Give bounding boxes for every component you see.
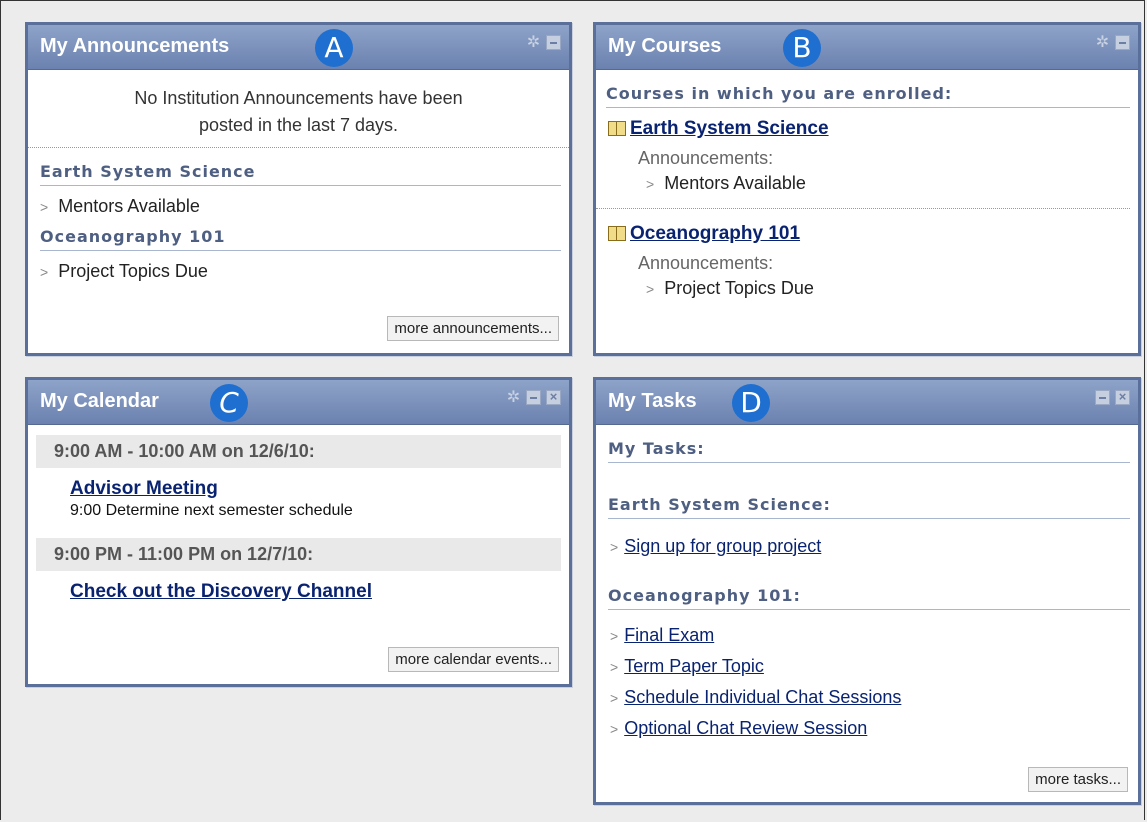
chevron-right-icon: > — [610, 539, 619, 555]
badge-a: A — [315, 29, 353, 67]
tasks-heading: My Tasks: — [608, 439, 1130, 463]
close-icon[interactable]: × — [1115, 390, 1130, 405]
task-link: Schedule Individual Chat Sessions — [624, 687, 902, 707]
badge-d: D — [732, 384, 770, 422]
courses-module: My Courses B ✲ Courses in which you are … — [593, 22, 1141, 356]
section-heading: Earth System Science — [40, 162, 561, 186]
courses-title: My Courses — [608, 35, 722, 57]
task-item[interactable]: > Term Paper Topic — [596, 651, 1138, 682]
tasks-header[interactable]: My Tasks D × — [596, 380, 1138, 425]
chevron-right-icon: > — [610, 690, 619, 706]
institution-note-line1: No Institution Announcements have been — [134, 88, 463, 108]
courses-heading: Courses in which you are enrolled: — [606, 84, 1130, 108]
badge-b: B — [783, 29, 821, 67]
task-item[interactable]: > Sign up for group project — [596, 531, 1138, 562]
chevron-right-icon: > — [610, 721, 619, 737]
announcements-header[interactable]: My Announcements A ✲ — [28, 25, 569, 70]
announcement-item[interactable]: > Mentors Available — [28, 196, 569, 217]
task-group-heading: Oceanography 101: — [608, 586, 1130, 610]
event-detail: 9:00 Determine next semester schedule — [70, 502, 353, 519]
course-announcement-label: Mentors Available — [664, 173, 806, 193]
course-entry: Oceanography 101 Announcements: > Project… — [596, 209, 1138, 309]
course-announcement-item[interactable]: > Project Topics Due — [634, 278, 1138, 299]
institution-note: No Institution Announcements have been p… — [28, 85, 569, 148]
course-announcement-item[interactable]: > Mentors Available — [634, 173, 1130, 194]
minimize-icon[interactable] — [526, 390, 541, 405]
badge-c: C — [210, 384, 248, 422]
task-item[interactable]: > Final Exam — [596, 620, 1138, 651]
book-icon — [608, 226, 626, 241]
chevron-right-icon: > — [40, 199, 49, 215]
announcements-label: Announcements: — [638, 253, 774, 273]
chevron-right-icon: > — [610, 659, 619, 675]
institution-note-line2: posted in the last 7 days. — [198, 115, 399, 135]
close-icon[interactable]: × — [546, 390, 561, 405]
task-list: > Sign up for group project — [596, 531, 1138, 562]
task-link: Final Exam — [624, 625, 715, 645]
minimize-icon[interactable] — [1095, 390, 1110, 405]
calendar-header[interactable]: My Calendar C ✲ × — [28, 380, 569, 425]
announcement-item-label: Project Topics Due — [58, 261, 208, 281]
chevron-right-icon: > — [646, 176, 655, 192]
chevron-right-icon: > — [646, 281, 655, 297]
course-link-label: Oceanography 101 — [630, 223, 801, 244]
gear-icon[interactable]: ✲ — [1095, 35, 1110, 51]
announcements-module: My Announcements A ✲ No Institution Anno… — [25, 22, 572, 356]
task-list: > Final Exam > Term Paper Topic > Schedule … — [596, 620, 1138, 744]
task-item[interactable]: > Optional Chat Review Session — [596, 713, 1138, 744]
courses-header[interactable]: My Courses B ✲ — [596, 25, 1138, 70]
task-link: Term Paper Topic — [624, 656, 764, 676]
task-link: Sign up for group project — [624, 536, 822, 556]
announcement-item-label: Mentors Available — [58, 196, 200, 216]
task-item[interactable]: > Schedule Individual Chat Sessions — [596, 682, 1138, 713]
announcement-item[interactable]: > Project Topics Due — [28, 261, 569, 282]
more-announcements-button[interactable]: more announcements... — [387, 316, 559, 341]
book-icon — [608, 121, 626, 136]
minimize-icon[interactable] — [1115, 35, 1130, 50]
more-tasks-button[interactable]: more tasks... — [1028, 767, 1128, 792]
event-time: 9:00 PM - 11:00 PM on 12/7/10: — [36, 538, 561, 571]
event-title[interactable]: Check out the Discovery Channel — [70, 581, 569, 603]
gear-icon[interactable]: ✲ — [526, 35, 541, 51]
more-calendar-events-button[interactable]: more calendar events... — [388, 647, 559, 672]
announcements-label: Announcements: — [638, 148, 774, 168]
minimize-icon[interactable] — [546, 35, 561, 50]
event-time: 9:00 AM - 10:00 AM on 12/6/10: — [36, 435, 561, 468]
tasks-title: My Tasks — [608, 390, 697, 412]
task-group-heading: Earth System Science: — [608, 495, 1130, 519]
calendar-title: My Calendar — [40, 390, 159, 412]
course-announcement-label: Project Topics Due — [664, 278, 814, 298]
task-link: Optional Chat Review Session — [624, 718, 868, 738]
gear-icon[interactable]: ✲ — [506, 390, 521, 406]
chevron-right-icon: > — [610, 628, 619, 644]
announcements-title: My Announcements — [40, 35, 230, 57]
course-link[interactable]: Earth System Science — [608, 118, 1130, 140]
event-title[interactable]: Advisor Meeting — [70, 478, 569, 500]
course-link[interactable]: Oceanography 101 — [608, 223, 1138, 245]
section-heading: Oceanography 101 — [40, 227, 561, 251]
course-entry: Earth System Science Announcements: > Men… — [596, 108, 1130, 209]
chevron-right-icon: > — [40, 264, 49, 280]
tasks-module: My Tasks D × My Tasks: Earth System Scie… — [593, 377, 1141, 805]
calendar-module: My Calendar C ✲ × 9:00 AM - 10:00 AM on … — [25, 377, 572, 687]
course-link-label: Earth System Science — [630, 118, 829, 139]
